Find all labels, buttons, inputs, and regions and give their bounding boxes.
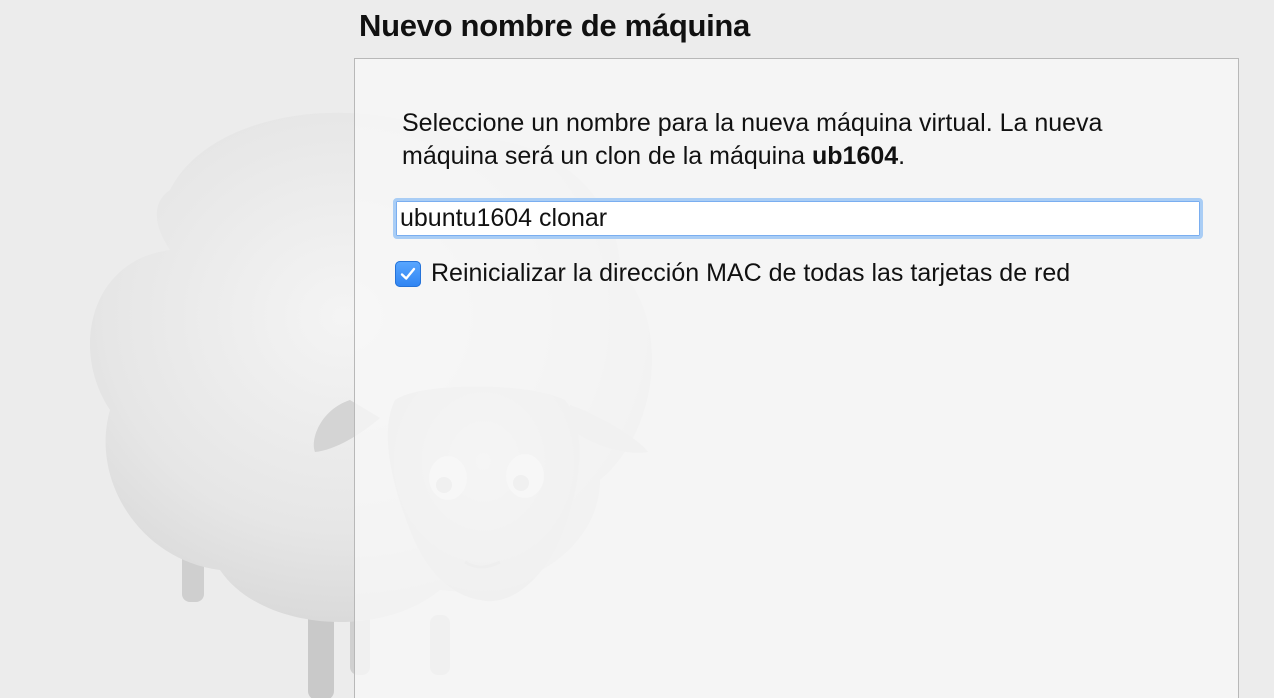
page-title: Nuevo nombre de máquina bbox=[359, 8, 750, 43]
checkmark-icon bbox=[400, 267, 416, 280]
instruction-text: Seleccione un nombre para la nueva máqui… bbox=[402, 107, 1192, 173]
machine-name-input[interactable] bbox=[393, 198, 1203, 239]
source-machine-name: ub1604 bbox=[812, 142, 899, 170]
instruction-prefix: Seleccione un nombre para la nueva máqui… bbox=[402, 109, 1103, 170]
reset-mac-checkbox[interactable] bbox=[395, 260, 421, 287]
clone-wizard-window: Nuevo nombre de máquina Seleccione un no… bbox=[0, 0, 1274, 698]
reset-mac-option[interactable]: Reinicializar la dirección MAC de todas … bbox=[395, 259, 1070, 288]
reset-mac-label: Reinicializar la dirección MAC de todas … bbox=[431, 259, 1071, 287]
instruction-suffix: . bbox=[898, 142, 906, 170]
content-panel: Seleccione un nombre para la nueva máqui… bbox=[354, 58, 1239, 698]
